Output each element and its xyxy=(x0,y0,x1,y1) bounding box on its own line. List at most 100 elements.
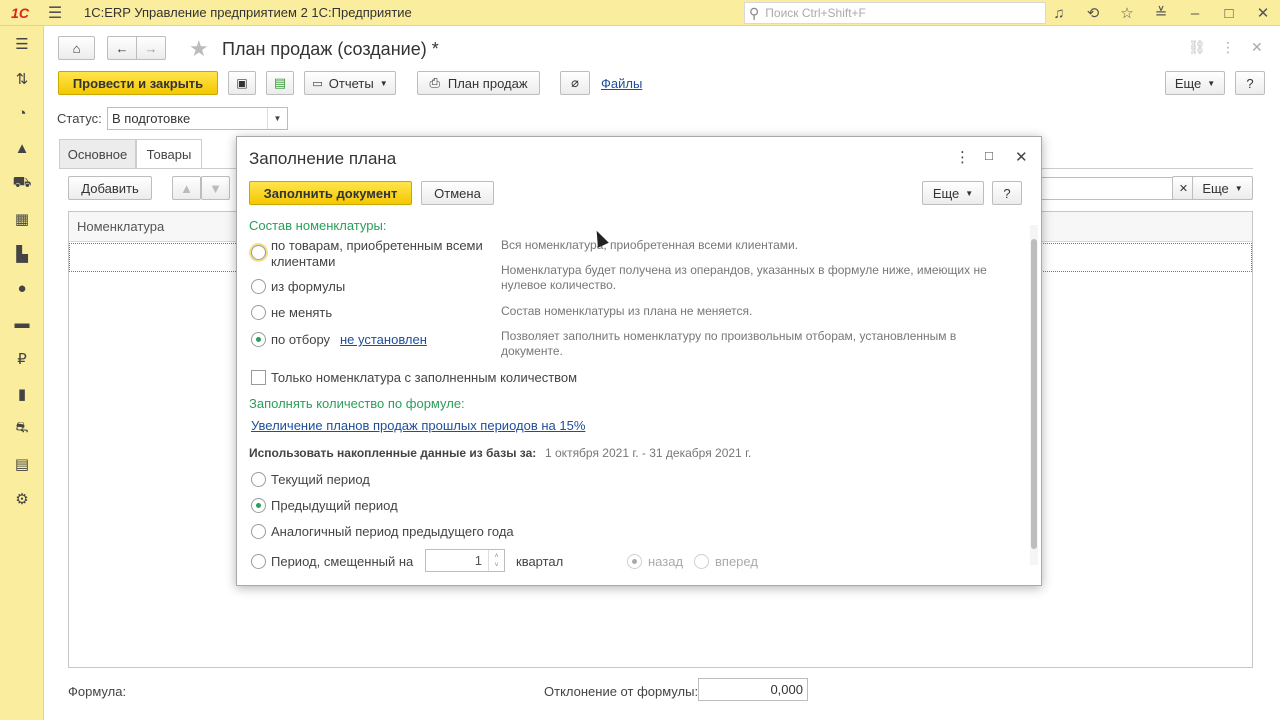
radio-current-period[interactable] xyxy=(251,472,266,487)
dialog-more-button[interactable]: Еще ▼ xyxy=(922,181,984,205)
sales-plan-print-button[interactable]: ⎙ План продаж xyxy=(417,71,540,95)
reports-button[interactable]: ▭ Отчеты ▼ xyxy=(304,71,396,95)
radio-backward-label: назад xyxy=(648,554,684,569)
save-button[interactable]: ▣ xyxy=(228,71,256,95)
sales-icon[interactable]: ◔ xyxy=(0,96,44,131)
more-vertical-icon[interactable]: ⋮ xyxy=(1221,39,1235,56)
notifications-icon[interactable]: ♫ xyxy=(1042,5,1076,22)
maximize-icon[interactable]: □ xyxy=(985,148,993,163)
cancel-button[interactable]: Отмена xyxy=(421,181,494,205)
post-button[interactable]: ▤ xyxy=(266,71,294,95)
radio-same-period-last-year[interactable] xyxy=(251,524,266,539)
help-button[interactable]: ? xyxy=(1235,71,1265,95)
use-data-label: Использовать накопленные данные из базы … xyxy=(249,446,537,460)
option-no-change-desc: Состав номенклатуры из плана не меняется… xyxy=(501,304,753,318)
arrow-up-icon: ▲ xyxy=(180,180,193,196)
reports-label: Отчеты xyxy=(328,75,374,91)
dialog-title: Заполнение плана xyxy=(249,149,397,168)
close-icon[interactable]: ✕ xyxy=(1015,148,1028,166)
transport-icon[interactable]: ⛐ xyxy=(0,411,44,446)
radio-all-clients[interactable] xyxy=(251,245,266,260)
shift-stepper[interactable]: 1 ˄ ˅ xyxy=(425,549,505,572)
maximize-icon[interactable]: □ xyxy=(1212,5,1246,22)
shift-unit: квартал xyxy=(516,554,564,569)
arrow-right-icon: → xyxy=(144,40,158,56)
deviation-value: 0,000 xyxy=(698,678,808,701)
scrollbar-thumb[interactable] xyxy=(1031,239,1037,549)
cart-icon[interactable]: ⛟ xyxy=(0,166,44,201)
chevron-down-icon: ▼ xyxy=(965,188,974,198)
close-icon: ✕ xyxy=(1178,182,1189,195)
menu-icon[interactable]: ☰ xyxy=(0,26,44,61)
attach-button[interactable]: ⌀ xyxy=(560,71,590,95)
radio-no-change-label: не менять xyxy=(271,305,333,320)
history-icon[interactable]: ⟲ xyxy=(1076,4,1110,22)
radio-no-change[interactable] xyxy=(251,305,266,320)
title-bar: 1С ☰ 1С:ERP Управление предприятием 2 1С… xyxy=(0,0,1280,26)
more2-label: Еще xyxy=(1202,180,1229,196)
more-button[interactable]: Еще ▼ xyxy=(1165,71,1225,95)
more-vertical-icon[interactable]: ⋮ xyxy=(955,148,970,166)
dialog-more-label: Еще xyxy=(932,185,960,201)
settings-icon[interactable]: ⚙ xyxy=(0,481,44,516)
dialog-help-button[interactable]: ? xyxy=(992,181,1022,205)
finance-icon[interactable]: ₽ xyxy=(0,341,44,376)
warehouse-icon[interactable]: ▦ xyxy=(0,201,44,236)
radio-shifted-period-label: Период, смещенный на xyxy=(271,554,414,569)
radio-forward-label: вперед xyxy=(715,554,758,569)
home-button[interactable]: ⌂ xyxy=(58,36,95,60)
search-input[interactable]: ⚲ Поиск Ctrl+Shift+F xyxy=(744,2,1046,24)
settings-menu-icon[interactable]: ≚ xyxy=(1144,4,1178,22)
crm-icon[interactable]: ⇅ xyxy=(0,61,44,96)
fill-plan-dialog: Заполнение плана ⋮ □ ✕ Заполнить докумен… xyxy=(236,136,1042,586)
minimize-icon[interactable]: – xyxy=(1178,5,1212,22)
tab-goods[interactable]: Товары xyxy=(136,139,202,168)
page-title: План продаж (создание) * xyxy=(222,39,439,59)
stepper-arrows-icon[interactable]: ˄ ˅ xyxy=(488,550,504,571)
only-filled-checkbox[interactable] xyxy=(251,370,266,385)
post-and-close-button[interactable]: Провести и закрыть xyxy=(58,71,218,95)
favorite-star-icon[interactable]: ★ xyxy=(189,36,209,62)
chevron-down-icon: ▼ xyxy=(267,108,287,129)
chevron-down-icon: ▼ xyxy=(1207,78,1216,88)
sections-panel: ☰ ⇅ ◔ ▲ ⛟ ▦ ▙ ● ▬ ₽ ▮ ⛐ ▤ ⚙ xyxy=(0,26,44,720)
forward-button[interactable]: → xyxy=(136,36,166,60)
option-by-filter-desc: Позволяет заполнить номенклатуру по прои… xyxy=(501,329,957,358)
deviation-label: Отклонение от формулы: xyxy=(544,684,699,699)
radio-previous-period[interactable] xyxy=(251,498,266,513)
calculator-icon[interactable]: ▤ xyxy=(0,446,44,481)
more-label: Еще xyxy=(1174,75,1202,91)
dialog-scrollbar[interactable] xyxy=(1030,225,1038,565)
formula-link[interactable]: Увеличение планов продаж прошлых периодо… xyxy=(251,418,585,433)
staff-icon[interactable]: ● xyxy=(0,271,44,306)
production-icon[interactable]: ▙ xyxy=(0,236,44,271)
radio-backward[interactable] xyxy=(627,554,642,569)
filter-link[interactable]: не установлен xyxy=(340,332,427,347)
fill-document-button[interactable]: Заполнить документ xyxy=(249,181,412,205)
home-icon: ⌂ xyxy=(72,40,81,56)
back-button[interactable]: ← xyxy=(107,36,137,60)
status-select[interactable]: В подготовке ▼ xyxy=(107,107,288,130)
tab-main[interactable]: Основное xyxy=(59,139,136,168)
favorites-icon[interactable]: ☆ xyxy=(1110,4,1144,22)
table-more-button[interactable]: Еще ▼ xyxy=(1192,176,1253,200)
link-icon[interactable]: ⛓ xyxy=(1188,39,1206,56)
files-link[interactable]: Файлы xyxy=(601,76,642,91)
table-search-input[interactable] xyxy=(1030,177,1184,200)
main-menu-icon[interactable]: ☰ xyxy=(40,3,70,23)
reports-icon[interactable]: ▮ xyxy=(0,376,44,411)
purchases-icon[interactable]: ▲ xyxy=(0,131,44,166)
cash-icon[interactable]: ▬ xyxy=(0,306,44,341)
move-up-button[interactable]: ▲ xyxy=(172,176,201,200)
fill-qty-title: Заполнять количество по формуле: xyxy=(249,396,465,411)
arrow-left-icon: ← xyxy=(115,40,129,56)
move-down-button[interactable]: ▼ xyxy=(201,176,230,200)
radio-by-filter[interactable] xyxy=(251,332,266,347)
close-form-icon[interactable]: ✕ xyxy=(1251,39,1263,56)
radio-forward[interactable] xyxy=(694,554,709,569)
radio-from-formula[interactable] xyxy=(251,279,266,294)
add-button[interactable]: Добавить xyxy=(68,176,152,200)
radio-shifted-period[interactable] xyxy=(251,554,266,569)
close-app-icon[interactable]: ✕ xyxy=(1246,4,1280,22)
status-value: В подготовке xyxy=(112,111,191,126)
